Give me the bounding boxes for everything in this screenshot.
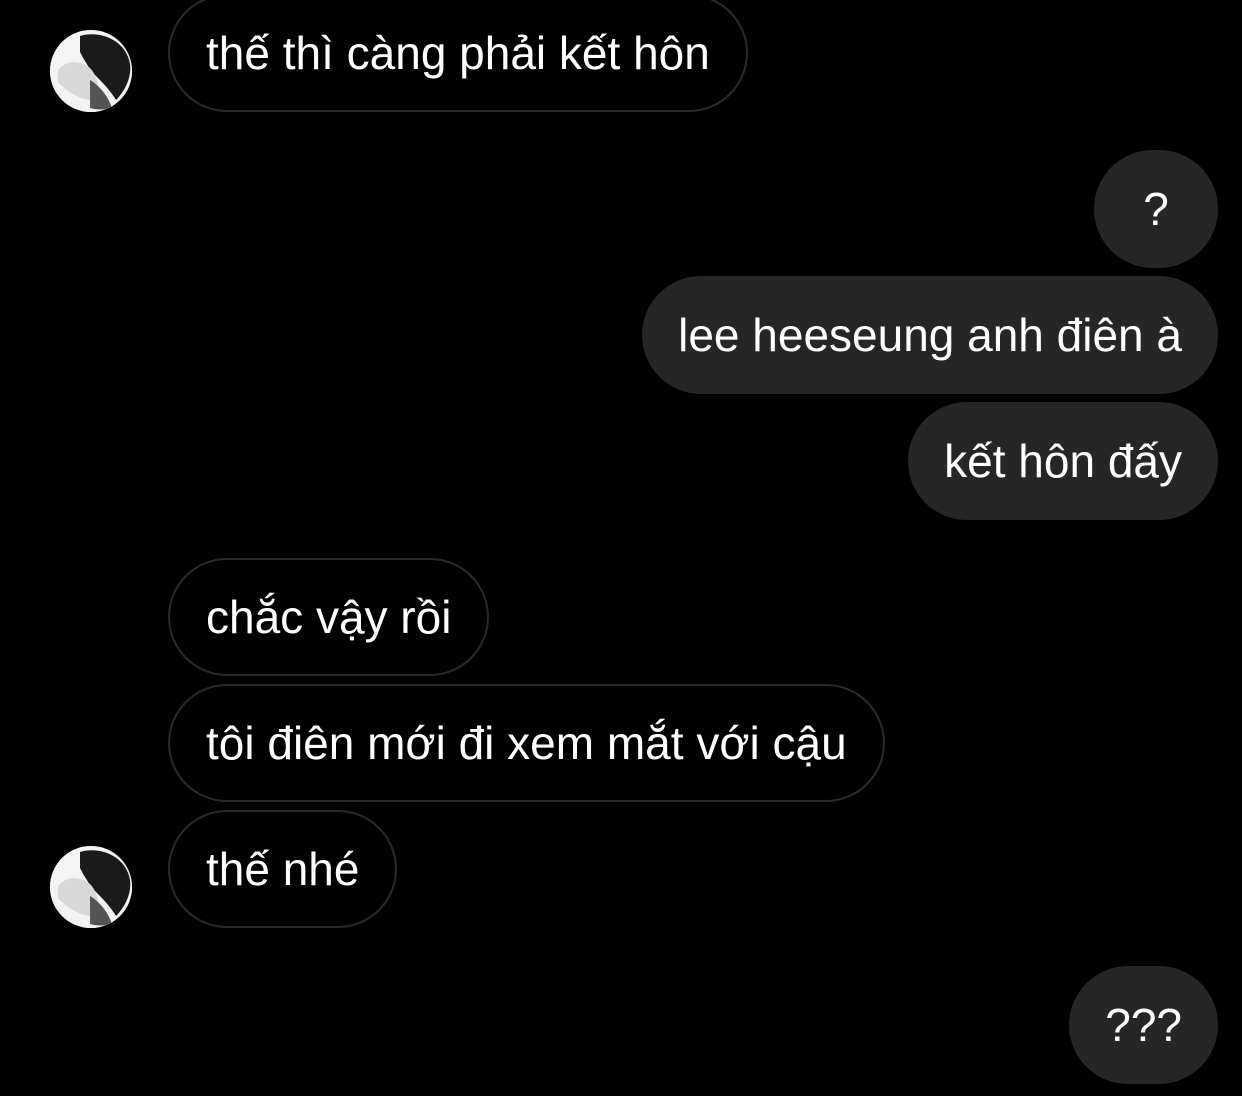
message-text: thế nhé	[206, 843, 360, 895]
message-text: ?	[1143, 183, 1169, 235]
message-text: kết hôn đấy	[944, 435, 1182, 487]
profile-photo-icon	[50, 846, 132, 928]
message-text: tôi điên mới đi xem mắt với cậu	[206, 717, 847, 769]
message-text: thế thì càng phải kết hôn	[206, 27, 710, 79]
sender-avatar[interactable]	[50, 30, 132, 112]
message-bubble-incoming[interactable]: thế nhé	[168, 810, 398, 928]
message-text: ???	[1105, 999, 1182, 1051]
message-text: chắc vậy rồi	[206, 591, 452, 643]
message-bubble-outgoing[interactable]: kết hôn đấy	[908, 402, 1218, 520]
message-bubble-incoming[interactable]: chắc vậy rồi	[168, 558, 490, 676]
message-text: lee heeseung anh điên à	[678, 309, 1182, 361]
message-bubble-outgoing[interactable]: lee heeseung anh điên à	[642, 276, 1218, 394]
message-bubble-outgoing[interactable]: ?	[1094, 150, 1218, 268]
profile-photo-icon	[50, 30, 132, 112]
message-bubble-outgoing[interactable]: ???	[1069, 966, 1218, 1084]
sender-avatar[interactable]	[50, 846, 132, 928]
message-bubble-incoming[interactable]: thế thì càng phải kết hôn	[168, 0, 748, 112]
message-bubble-incoming[interactable]: tôi điên mới đi xem mắt với cậu	[168, 684, 885, 802]
